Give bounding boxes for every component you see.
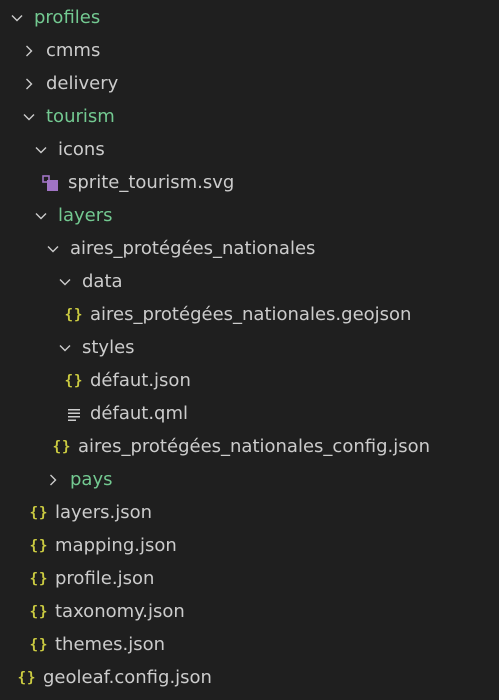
tree-item-mapping-json[interactable]: {} mapping.json: [0, 529, 499, 562]
tree-item-aires-protegees-nationales[interactable]: aires_protégées_nationales: [0, 232, 499, 265]
chevron-down-icon: [20, 106, 38, 128]
tree-item-label: aires_protégées_nationales: [70, 237, 316, 259]
json-file-icon: {}: [29, 636, 49, 653]
tree-item-data[interactable]: data: [0, 265, 499, 298]
tree-item-label: cmms: [46, 39, 101, 61]
tree-item-config-json[interactable]: {} aires_protégées_nationales_config.jso…: [0, 430, 499, 463]
tree-item-taxonomy-json[interactable]: {} taxonomy.json: [0, 595, 499, 628]
chevron-down-icon: [8, 7, 26, 29]
chevron-down-icon: [44, 238, 62, 260]
chevron-down-icon: [32, 205, 50, 227]
tree-item-label: mapping.json: [55, 534, 177, 556]
file-explorer-tree: profiles cmms delivery tourism icons spr…: [0, 0, 499, 700]
text-file-icon: [64, 403, 84, 425]
tree-item-geoleaf-config-json[interactable]: {} geoleaf.config.json: [0, 661, 499, 694]
tree-item-label: profile.json: [55, 567, 155, 589]
tree-item-sprite-tourism-svg[interactable]: sprite_tourism.svg: [0, 166, 499, 199]
tree-item-profiles[interactable]: profiles: [0, 1, 499, 34]
json-file-icon: {}: [29, 537, 49, 554]
chevron-right-icon: [44, 469, 62, 491]
tree-item-label: pays: [70, 468, 113, 490]
tree-item-pays[interactable]: pays: [0, 463, 499, 496]
tree-item-geojson-file[interactable]: {} aires_protégées_nationales.geojson: [0, 298, 499, 331]
tree-item-tourism[interactable]: tourism: [0, 100, 499, 133]
chevron-down-icon: [56, 337, 74, 359]
tree-item-icons[interactable]: icons: [0, 133, 499, 166]
tree-item-label: tourism: [46, 105, 115, 127]
json-file-icon: {}: [29, 570, 49, 587]
tree-item-styles[interactable]: styles: [0, 331, 499, 364]
tree-item-label: themes.json: [55, 633, 166, 655]
tree-item-label: aires_protégées_nationales_config.json: [78, 435, 431, 457]
json-file-icon: {}: [29, 603, 49, 620]
tree-item-label: taxonomy.json: [55, 600, 185, 622]
tree-item-label: défaut.qml: [90, 402, 189, 424]
json-file-icon: {}: [52, 438, 72, 455]
json-file-icon: {}: [17, 669, 37, 686]
tree-item-cmms[interactable]: cmms: [0, 34, 499, 67]
tree-item-label: geoleaf.config.json: [43, 666, 212, 688]
chevron-down-icon: [32, 139, 50, 161]
tree-item-themes-json[interactable]: {} themes.json: [0, 628, 499, 661]
tree-item-defaut-qml[interactable]: défaut.qml: [0, 397, 499, 430]
tree-item-label: layers.json: [55, 501, 153, 523]
tree-item-defaut-json[interactable]: {} défaut.json: [0, 364, 499, 397]
tree-item-label: styles: [82, 336, 135, 358]
tree-item-label: aires_protégées_nationales.geojson: [90, 303, 412, 325]
tree-item-label: layers: [58, 204, 113, 226]
json-file-icon: {}: [64, 372, 84, 389]
tree-item-label: profiles: [34, 6, 101, 28]
json-file-icon: {}: [64, 306, 84, 323]
tree-item-label: delivery: [46, 72, 119, 94]
chevron-right-icon: [20, 73, 38, 95]
tree-item-layers-folder[interactable]: layers: [0, 199, 499, 232]
chevron-right-icon: [20, 40, 38, 62]
tree-item-label: icons: [58, 138, 105, 160]
json-file-icon: {}: [29, 504, 49, 521]
tree-item-layers-json[interactable]: {} layers.json: [0, 496, 499, 529]
tree-item-label: sprite_tourism.svg: [68, 171, 235, 193]
chevron-down-icon: [56, 271, 74, 293]
svg-file-icon: [42, 172, 60, 194]
tree-item-profile-json[interactable]: {} profile.json: [0, 562, 499, 595]
tree-item-label: data: [82, 270, 123, 292]
tree-item-label: défaut.json: [90, 369, 191, 391]
tree-item-delivery[interactable]: delivery: [0, 67, 499, 100]
